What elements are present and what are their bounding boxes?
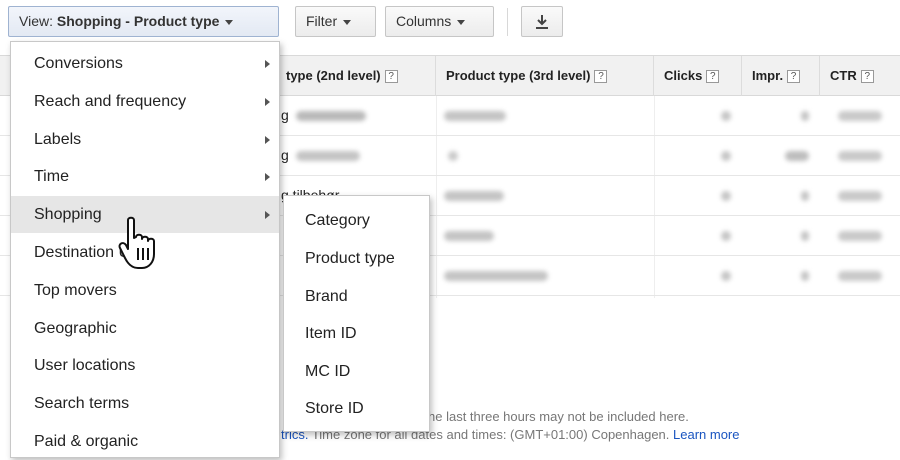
view-value: Shopping - Product type [56, 13, 220, 29]
help-icon[interactable]: ? [706, 70, 720, 84]
row-fragment: g [281, 107, 289, 123]
submenu-item-category[interactable]: Category [284, 202, 429, 239]
chevron-down-icon [457, 19, 466, 25]
submenu-item-item-id[interactable]: Item ID [284, 315, 429, 352]
menu-item-time[interactable]: Time [11, 158, 279, 195]
chevron-down-icon [225, 19, 234, 25]
menu-item-labels[interactable]: Labels [11, 121, 279, 158]
column-header-impressions[interactable]: Impr.? [742, 56, 820, 96]
menu-item-reach-and-frequency[interactable]: Reach and frequency [11, 83, 279, 120]
chevron-right-icon [265, 211, 270, 219]
menu-item-top-movers[interactable]: Top movers [11, 272, 279, 309]
data-delay-note: he last three hours may not be included … [428, 409, 689, 424]
chevron-right-icon [265, 60, 270, 68]
menu-item-conversions[interactable]: Conversions [11, 45, 279, 82]
chevron-down-icon [343, 19, 352, 25]
learn-more-link[interactable]: Learn more [673, 427, 739, 442]
row-fragment: g [281, 147, 289, 163]
submenu-item-store-id[interactable]: Store ID [284, 390, 429, 427]
filter-label: Filter [306, 13, 338, 29]
chevron-right-icon [265, 98, 270, 106]
chevron-right-icon [265, 173, 270, 181]
help-icon[interactable]: ? [860, 70, 874, 84]
help-icon[interactable]: ? [594, 70, 608, 84]
menu-item-paid-and-organic[interactable]: Paid & organic [11, 423, 279, 460]
chevron-right-icon [265, 136, 270, 144]
submenu-item-brand[interactable]: Brand [284, 278, 429, 315]
column-header-product-type-2nd[interactable]: type (2nd level)? [276, 56, 436, 96]
column-header-product-type-3rd[interactable]: Product type (3rd level)? [436, 56, 654, 96]
column-header-ctr[interactable]: CTR? [820, 56, 900, 96]
help-icon[interactable]: ? [384, 70, 398, 84]
view-prefix: View: [19, 13, 57, 29]
columns-button[interactable]: Columns [385, 6, 494, 37]
submenu-item-mc-id[interactable]: MC ID [284, 353, 429, 390]
hand-pointer-cursor-icon [118, 216, 155, 269]
download-button[interactable] [521, 6, 563, 37]
shopping-submenu: Category Product type Brand Item ID MC I… [283, 195, 430, 432]
filter-button[interactable]: Filter [295, 6, 376, 37]
columns-label: Columns [396, 13, 452, 29]
menu-item-geographic[interactable]: Geographic [11, 310, 279, 347]
menu-item-user-locations[interactable]: User locations [11, 347, 279, 384]
toolbar-divider [507, 8, 508, 36]
help-icon[interactable]: ? [787, 70, 801, 84]
submenu-item-product-type[interactable]: Product type [284, 240, 429, 277]
menu-item-search-terms[interactable]: Search terms [11, 385, 279, 422]
download-icon [536, 15, 548, 30]
column-header-clicks[interactable]: Clicks? [654, 56, 742, 96]
view-selector-button[interactable]: View: Shopping - Product type [8, 6, 279, 37]
